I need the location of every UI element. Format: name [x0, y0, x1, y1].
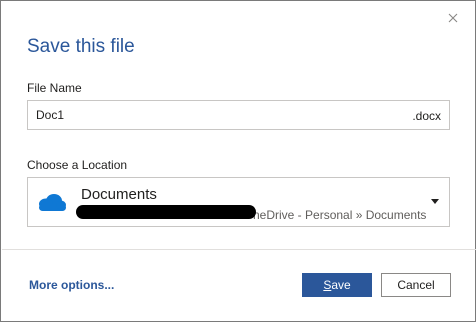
dialog-title: Save this file	[27, 36, 135, 57]
location-dropdown[interactable]: Documents neDrive - Personal » Documents	[27, 177, 450, 227]
close-icon	[448, 13, 458, 23]
file-name-input[interactable]	[36, 101, 406, 129]
save-button[interactable]: Save	[302, 273, 372, 297]
onedrive-cloud-icon	[39, 194, 66, 211]
location-path-text: neDrive - Personal » Documents	[253, 208, 426, 222]
file-name-label: File Name	[27, 81, 82, 95]
save-button-label: ave	[331, 278, 351, 292]
close-button[interactable]	[442, 7, 464, 29]
footer-divider	[2, 249, 476, 250]
file-name-field[interactable]: .docx	[27, 100, 450, 130]
more-options-link[interactable]: More options...	[29, 278, 114, 292]
chevron-down-icon	[431, 199, 439, 204]
save-file-dialog: Save this file File Name .docx Choose a …	[0, 0, 476, 322]
cancel-button[interactable]: Cancel	[381, 273, 451, 297]
location-label: Choose a Location	[27, 158, 128, 172]
save-button-mnemonic: S	[323, 278, 332, 292]
location-name: Documents	[81, 186, 157, 203]
redaction-bar	[76, 205, 256, 219]
file-extension: .docx	[412, 109, 441, 123]
